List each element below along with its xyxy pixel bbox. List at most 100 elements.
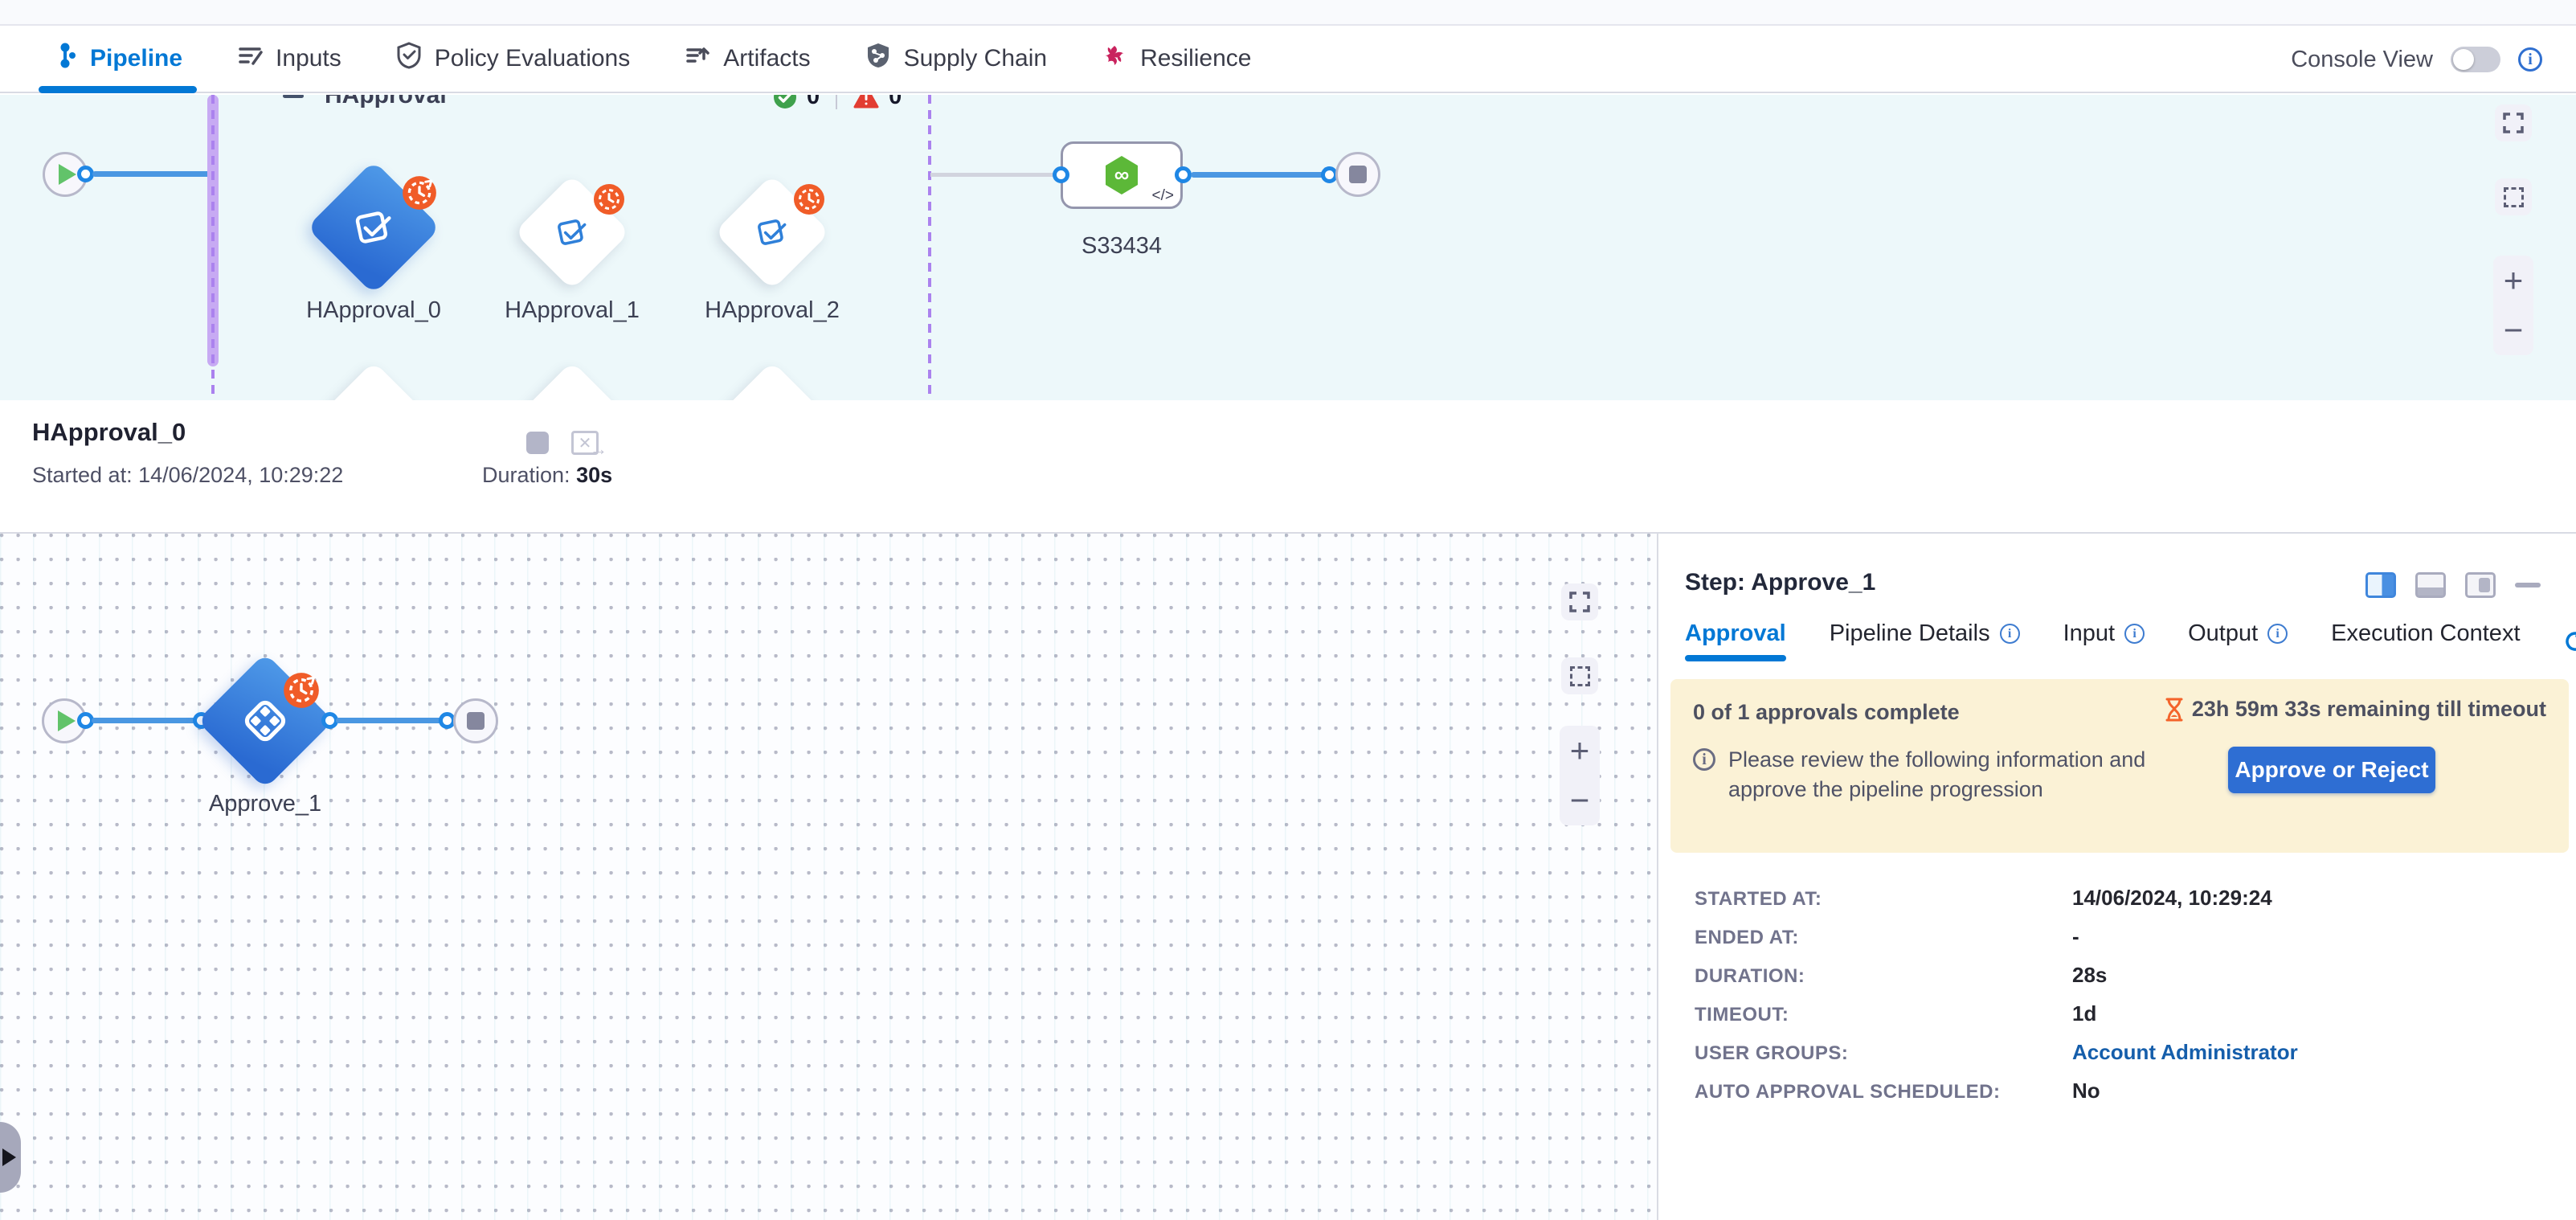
zoom-controls: + − (1560, 726, 1600, 825)
layout-bottom-drawer-button[interactable] (2415, 572, 2446, 598)
detail-row-auto-approval: AUTO APPROVAL SCHEDULED: No (1695, 1079, 2546, 1117)
tab-inputs[interactable]: Inputs (232, 26, 346, 92)
policy-shield-icon (396, 42, 422, 76)
tab-policy-evaluations-label: Policy Evaluations (435, 45, 630, 72)
timeout-clock-badge (283, 672, 320, 709)
edge-start-to-stage (92, 171, 211, 177)
supply-chain-shield-icon (865, 42, 891, 76)
play-icon (59, 164, 76, 185)
zoom-out-button[interactable]: − (1570, 784, 1590, 817)
zoom-controls: + − (2493, 256, 2533, 355)
panel-tab-approval[interactable]: Approval (1685, 620, 1786, 661)
approval-step-icon (349, 203, 399, 252)
step-node-peek[interactable] (317, 361, 430, 400)
console-view-info-icon[interactable]: i (2518, 47, 2542, 72)
tab-policy-evaluations[interactable]: Policy Evaluations (391, 26, 635, 92)
badge-divider (836, 95, 837, 109)
step-graph-canvas[interactable]: Approve_1 + − (0, 534, 1657, 1220)
approve-or-reject-button[interactable]: Approve or Reject (2228, 747, 2435, 793)
stage-name[interactable]: HApproval (325, 95, 447, 109)
panel-tab-pipeline-details[interactable]: Pipeline Detailsi (1830, 620, 2020, 661)
selected-step-bar: HApproval_0 Started at: 14/06/2024, 10:2… (0, 400, 2576, 534)
zoom-out-button[interactable]: − (2504, 313, 2524, 347)
expand-arrow-icon (2, 1148, 16, 1166)
step-label[interactable]: Approve_1 (169, 791, 362, 817)
detail-row-started-at: STARTED AT: 14/06/2024, 10:29:24 (1695, 886, 2546, 924)
approval-message-block: i Please review the following informatio… (1693, 745, 2183, 804)
pipeline-end-node[interactable] (1335, 152, 1380, 197)
fullscreen-button[interactable] (1561, 583, 1598, 620)
step-node-peek[interactable] (515, 361, 628, 400)
detail-row-user-groups: USER GROUPS: Account Administrator (1695, 1040, 2546, 1079)
marquee-icon (1570, 666, 1590, 686)
execution-tabbar: Pipeline Inputs Policy Evaluations Artif… (0, 26, 2576, 93)
success-count: 0 (807, 95, 820, 110)
edge-stage-to-node (930, 173, 1061, 177)
info-icon[interactable]: i (2267, 624, 2288, 644)
info-icon: i (1693, 748, 1715, 771)
tab-supply-chain-label: Supply Chain (904, 45, 1047, 72)
connector-dot (77, 166, 94, 182)
panel-tabbar: Approval Pipeline Detailsi Inputi Output… (1685, 620, 2576, 661)
collapse-stage-icon[interactable] (283, 95, 304, 98)
tab-artifacts-label: Artifacts (723, 45, 810, 72)
fullscreen-button[interactable] (2495, 104, 2532, 141)
approval-message: Please review the following information … (1728, 745, 2183, 804)
tab-supply-chain[interactable]: Supply Chain (861, 26, 1052, 92)
layout-floating-panel-button[interactable] (2465, 572, 2496, 598)
failure-count: 0 (889, 95, 902, 110)
tab-resilience[interactable]: Resilience (1097, 26, 1256, 92)
step-graph-end-node[interactable] (453, 698, 498, 743)
panel-title: Step: Approve_1 (1685, 569, 1875, 596)
info-icon[interactable]: i (2124, 624, 2145, 644)
pipeline-icon (53, 42, 77, 76)
console-view-toggle[interactable] (2451, 47, 2500, 72)
panel-tab-execution-context[interactable]: Execution Context (2331, 620, 2520, 661)
tab-artifacts[interactable]: Artifacts (680, 26, 815, 92)
approval-banner: 0 of 1 approvals complete 23h 59m 33s re… (1670, 679, 2569, 853)
node-label[interactable]: S33434 (1033, 233, 1210, 260)
stage-header: HApproval (283, 95, 447, 109)
drawer-expand-handle[interactable] (0, 1122, 21, 1193)
marquee-icon (2504, 187, 2524, 207)
step-node-s33434[interactable]: ∞ </> (1061, 141, 1183, 209)
user-groups-link[interactable]: Account Administrator (2072, 1040, 2298, 1065)
step-label[interactable]: HApproval_1 (476, 297, 669, 324)
stage-right-dashed-line (928, 95, 931, 400)
step-label[interactable]: HApproval_0 (277, 297, 470, 324)
resilience-icon (1102, 43, 1127, 75)
stop-icon (1349, 166, 1367, 183)
svg-text:∞: ∞ (1114, 162, 1130, 186)
zoom-in-button[interactable]: + (1570, 734, 1590, 768)
minimize-panel-button[interactable] (2515, 583, 2541, 587)
approvals-progress: 0 of 1 approvals complete (1693, 700, 1960, 725)
window-top-strip (0, 0, 2576, 26)
artifacts-icon (685, 43, 710, 75)
stage-status-badges: 0 0 (773, 95, 902, 110)
refresh-button[interactable]: Re (2564, 628, 2576, 654)
pipeline-graph-canvas[interactable]: HApproval 0 0 HApproval_0 (0, 95, 2576, 400)
play-icon (58, 710, 76, 731)
status-square-icon (526, 432, 549, 454)
inputs-icon (237, 43, 263, 75)
open-execution-icon[interactable]: ✕→ (571, 431, 599, 455)
step-label[interactable]: HApproval_2 (676, 297, 869, 324)
tab-pipeline[interactable]: Pipeline (48, 26, 187, 92)
step-node-peek[interactable] (715, 361, 828, 400)
panel-tab-input[interactable]: Inputi (2063, 620, 2145, 661)
marquee-select-button[interactable] (1561, 657, 1598, 694)
info-icon[interactable]: i (2000, 624, 2020, 644)
edge-start-to-step (92, 718, 201, 723)
approval-step-icon (752, 212, 792, 252)
edge-node-to-end (1191, 172, 1329, 178)
step-status-icons: ✕→ (526, 431, 599, 455)
toggle-knob (2453, 49, 2474, 70)
stop-icon (467, 712, 485, 730)
tab-pipeline-label: Pipeline (90, 45, 182, 72)
zoom-in-button[interactable]: + (2504, 264, 2524, 297)
step-details-panel: Step: Approve_1 Approval Pipeline Detail… (1657, 534, 2576, 1220)
timeout-remaining: 23h 59m 33s remaining till timeout (2165, 697, 2546, 722)
marquee-select-button[interactable] (2495, 178, 2532, 215)
panel-tab-output[interactable]: Outputi (2188, 620, 2288, 661)
layout-right-drawer-button[interactable] (2365, 572, 2396, 598)
